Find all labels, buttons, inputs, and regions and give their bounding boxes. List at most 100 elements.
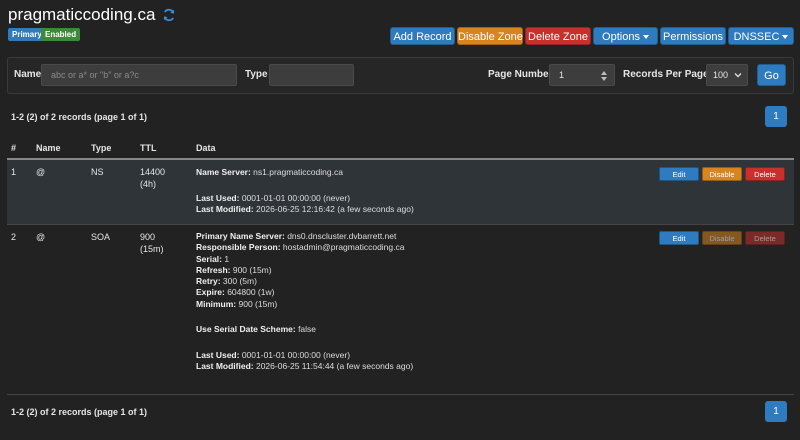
page-number-value: 1 [559, 70, 565, 80]
page-number-label: Page Number [488, 69, 553, 80]
dnssec-dropdown-button[interactable]: DNSSEC [728, 27, 794, 45]
data-line [196, 336, 413, 350]
row-ttl: 14400 (4h) [140, 166, 165, 190]
row-num: 2 [11, 232, 17, 242]
col-header-ttl[interactable]: TTL [140, 143, 157, 153]
data-label: Last Used: [196, 192, 240, 203]
col-header-num: # [11, 143, 17, 153]
data-value: hostadmin@pragmaticcoding.ca [280, 242, 405, 253]
row-ttl-human: (15m) [140, 244, 164, 254]
zone-title: pragmaticcoding.ca [8, 5, 176, 25]
data-label: Responsible Person: [196, 242, 281, 253]
data-label: Expire: [196, 287, 225, 298]
row-data: Primary Name Server: dns0.dnscluster.dvb… [196, 231, 413, 373]
data-value: 900 (15m) [230, 264, 272, 275]
row-name: @ [36, 167, 46, 177]
row-ttl: 900 (15m) [140, 231, 164, 255]
delete-zone-button[interactable]: Delete Zone [525, 27, 591, 45]
page-number-input[interactable]: 1 [549, 64, 615, 86]
data-value: 900 (15m) [236, 298, 278, 309]
data-line [196, 178, 414, 192]
refresh-icon[interactable] [162, 8, 176, 22]
records-summary-bottom: 1-2 (2) of 2 records (page 1 of 1) [11, 407, 148, 417]
type-filter-input[interactable] [269, 64, 354, 86]
data-label: Use Serial Date Scheme: [196, 324, 296, 335]
data-line: Expire: 604800 (1w) [196, 287, 413, 298]
dnssec-label: DNSSEC [733, 31, 780, 43]
data-line: Last Modified: 2026-06-25 12:16:42 (a fe… [196, 204, 414, 215]
data-label: Primary Name Server: [196, 231, 285, 241]
options-dropdown-button[interactable]: Options [593, 27, 658, 45]
data-line: Minimum: 900 (15m) [196, 299, 413, 310]
disable-zone-button[interactable]: Disable Zone [457, 27, 523, 45]
disable-record-button[interactable]: Disable [702, 231, 742, 245]
permissions-button[interactable]: Permissions [660, 27, 726, 45]
data-value: 0001-01-01 00:00:00 (never) [239, 192, 351, 203]
data-label: Name Server: [196, 167, 251, 177]
data-label: Last Used: [196, 349, 240, 360]
chevron-down-icon [734, 66, 742, 86]
row-divider [7, 394, 794, 395]
pagination-page-top[interactable]: 1 [765, 106, 787, 127]
data-line: Retry: 300 (5m) [196, 276, 413, 287]
data-value: 300 (5m) [220, 276, 257, 287]
row-type: SOA [91, 232, 111, 242]
data-label: Last Modified: [196, 203, 254, 214]
delete-record-button[interactable]: Delete [745, 231, 785, 245]
data-line: Last Modified: 2026-06-25 11:54:44 (a fe… [196, 361, 413, 372]
data-line: Responsible Person: hostadmin@pragmaticc… [196, 242, 413, 253]
data-value: 604800 (1w) [224, 287, 275, 298]
zone-status-badge: Enabled [41, 28, 81, 41]
caret-down-icon [782, 35, 789, 40]
records-per-page-select[interactable]: 100 [706, 64, 748, 86]
data-label: Minimum: [196, 298, 237, 309]
row-data: Name Server: ns1.pragmaticcoding.ca Last… [196, 167, 414, 215]
row-ttl-seconds: 14400 [140, 167, 166, 177]
edit-record-button[interactable]: Edit [659, 231, 699, 245]
row-ttl-human: (4h) [140, 179, 157, 189]
row-divider [7, 224, 794, 225]
delete-record-button[interactable]: Delete [745, 167, 785, 181]
records-per-page-label: Records Per Page [623, 69, 709, 80]
data-value: 1 [222, 253, 230, 264]
disable-record-button[interactable]: Disable [702, 167, 742, 181]
pagination-page-bottom[interactable]: 1 [765, 401, 787, 422]
zone-name: pragmaticcoding.ca [8, 5, 156, 24]
data-line: Name Server: ns1.pragmaticcoding.ca [196, 167, 414, 178]
updown-arrows-icon[interactable] [600, 69, 608, 89]
data-label: Serial: [196, 253, 222, 264]
row-type: NS [91, 167, 104, 177]
data-label: Retry: [196, 276, 221, 287]
col-header-data: Data [196, 143, 216, 153]
data-line: Use Serial Date Scheme: false [196, 324, 413, 335]
col-header-name[interactable]: Name [36, 143, 61, 153]
name-filter-input[interactable]: abc or a* or "b" or a?c [41, 64, 237, 86]
edit-record-button[interactable]: Edit [659, 167, 699, 181]
data-value: 2026-06-25 12:16:42 (a few seconds ago) [253, 203, 414, 214]
data-value: 0001-01-01 00:00:00 (never) [239, 349, 351, 360]
records-summary-top: 1-2 (2) of 2 records (page 1 of 1) [11, 112, 148, 122]
caret-down-icon [642, 35, 649, 40]
data-line: Last Used: 0001-01-01 00:00:00 (never) [196, 193, 414, 204]
records-per-page-value: 100 [713, 70, 729, 80]
row-ttl-seconds: 900 [140, 232, 156, 242]
data-line: Refresh: 900 (15m) [196, 265, 413, 276]
data-line: Last Used: 0001-01-01 00:00:00 (never) [196, 350, 413, 361]
add-record-button[interactable]: Add Record [390, 27, 455, 45]
row-num: 1 [11, 167, 17, 177]
data-value: 2026-06-25 11:54:44 (a few seconds ago) [253, 361, 414, 372]
data-line: Serial: 1 [196, 254, 413, 265]
data-label: Refresh: [196, 264, 231, 275]
data-line: Primary Name Server: dns0.dnscluster.dvb… [196, 231, 413, 242]
options-label: Options [602, 31, 640, 43]
type-filter-label: Type [245, 69, 268, 80]
col-header-type[interactable]: Type [91, 143, 111, 153]
data-line [196, 310, 413, 324]
name-filter-label: Name [14, 69, 42, 80]
data-value: false [295, 324, 317, 335]
data-value: dns0.dnscluster.dvbarrett.net [284, 231, 397, 241]
row-name: @ [36, 232, 46, 242]
go-button[interactable]: Go [757, 64, 786, 86]
data-value: ns1.pragmaticcoding.ca [250, 167, 343, 177]
data-label: Last Modified: [196, 361, 254, 372]
